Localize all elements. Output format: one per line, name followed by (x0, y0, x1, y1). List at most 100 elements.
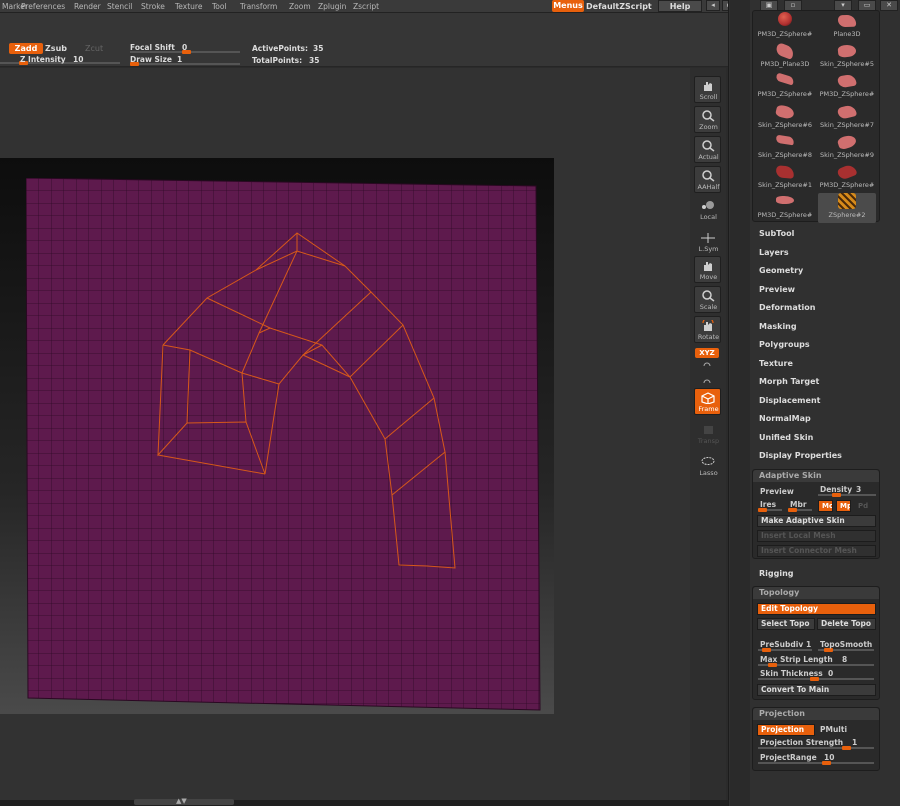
presubdiv-slider[interactable]: PreSubdiv 1 (758, 640, 814, 652)
lsym-button[interactable]: L.Sym (694, 228, 721, 255)
ires-slider[interactable]: Ires (758, 500, 784, 512)
menu-normalmap[interactable]: NormalMap (759, 414, 811, 423)
menu-displacement[interactable]: Displacement (759, 396, 820, 405)
density-slider[interactable]: Density 3 (818, 485, 876, 497)
subtool-item[interactable]: Skin_ZSphere#7 (818, 103, 876, 133)
pd-toggle[interactable]: Pd (854, 500, 869, 512)
rotate-axis-2-icon[interactable] (702, 377, 712, 387)
select-topo-button[interactable]: Select Topo (757, 618, 815, 630)
max-strip-length-slider[interactable]: Max Strip Length 8 (758, 655, 876, 667)
menu-masking[interactable]: Masking (759, 322, 797, 331)
topology-cage[interactable] (0, 0, 690, 806)
make-adaptive-skin-button[interactable]: Make Adaptive Skin (757, 515, 876, 527)
menu-deformation[interactable]: Deformation (759, 303, 815, 312)
convert-to-main-button[interactable]: Convert To Main (757, 684, 876, 696)
subtool-name: ZSphere#2 (828, 211, 866, 220)
subtool-name: Skin_ZSphere#6 (758, 120, 812, 129)
subtool-item[interactable]: Skin_ZSphere#9 (818, 133, 876, 163)
subtool-name: Skin_ZSphere#8 (758, 150, 812, 159)
undo-icon[interactable]: ◂ (706, 0, 720, 11)
subtool-thumbnail-icon (837, 73, 857, 89)
aahalf-button[interactable]: AAHalf (694, 166, 721, 193)
subtool-item[interactable]: PM3D_ZSphere# (818, 72, 876, 102)
local-label: Local (700, 213, 717, 221)
actual-button[interactable]: Actual (694, 136, 721, 163)
projection-title[interactable]: Projection (753, 708, 879, 720)
subtool-thumbnail-icon (836, 103, 858, 120)
subtool-item[interactable]: PM3D_ZSphere# (756, 193, 814, 223)
lasso-label: Lasso (699, 469, 718, 477)
rotate-axis-icon[interactable] (702, 360, 712, 370)
menu-display-properties[interactable]: Display Properties (759, 451, 842, 460)
edit-topology-button[interactable]: Edit Topology (757, 603, 876, 615)
insert-local-mesh-button[interactable]: Insert Local Mesh (757, 530, 876, 542)
subtool-item[interactable]: PM3D_ZSphere# (756, 72, 814, 102)
mbr-label: Mbr (790, 500, 807, 509)
rotate-icon (702, 320, 714, 331)
move-label: Move (699, 273, 718, 281)
menu-texture-tool[interactable]: Texture (759, 359, 793, 368)
pmulti-button[interactable]: PMulti (820, 725, 847, 734)
subtool-name: Skin_ZSphere#5 (820, 60, 874, 69)
max-strip-length-value: 8 (842, 655, 848, 664)
subtool-item[interactable]: Plane3D (818, 12, 876, 42)
menu-subtool[interactable]: SubTool (759, 229, 794, 238)
toposmooth-slider[interactable]: TopoSmooth (818, 640, 878, 652)
local-icon (702, 201, 714, 209)
subtool-thumbnail-icon (774, 103, 796, 120)
tray-divider[interactable] (730, 0, 750, 806)
menu-rigging[interactable]: Rigging (759, 569, 794, 578)
menu-preview[interactable]: Preview (759, 285, 795, 294)
zoom-button[interactable]: Zoom (694, 106, 721, 133)
transp-button[interactable]: Transp (694, 420, 721, 447)
mbr-slider[interactable]: Mbr (788, 500, 814, 512)
scale-button[interactable]: Scale (694, 286, 721, 313)
subtool-thumbnail-icon (775, 72, 795, 86)
menu-geometry[interactable]: Geometry (759, 266, 803, 275)
local-button[interactable]: Local (694, 196, 721, 223)
subtool-item[interactable]: PM3D_ZSphere# (818, 163, 876, 193)
frame-label: Frame (698, 405, 719, 413)
subtool-name: PM3D_ZSphere# (819, 181, 875, 189)
skin-thickness-slider[interactable]: Skin Thickness 0 (758, 669, 876, 681)
menu-morph-target[interactable]: Morph Target (759, 377, 819, 386)
project-range-slider[interactable]: ProjectRange 10 (758, 753, 876, 765)
actual-label: Actual (698, 153, 719, 161)
expand-arrows-icon[interactable]: ▲▼ (176, 797, 187, 805)
subtool-thumbnail-icon (775, 196, 795, 205)
preview-button[interactable]: Preview (760, 487, 794, 496)
subtool-item[interactable]: Skin_ZSphere#6 (756, 103, 814, 133)
subtool-item[interactable]: Skin_ZSphere#8 (756, 133, 814, 163)
zoom-label: Zoom (699, 123, 718, 131)
close-icon[interactable]: ✕ (880, 0, 898, 11)
subtool-item[interactable]: Skin_ZSphere#5 (818, 42, 876, 72)
delete-topo-button[interactable]: Delete Topo (817, 618, 876, 630)
subtool-thumbnail-icon (775, 134, 795, 146)
xyz-button[interactable]: XYZ (695, 348, 719, 358)
subtool-item[interactable]: ZSphere#2 (818, 193, 876, 224)
projection-button[interactable]: Projection (757, 724, 815, 736)
subtool-thumbnail-icon (836, 133, 858, 151)
mc-toggle[interactable]: Mc (818, 500, 833, 512)
project-range-value: 10 (824, 753, 835, 762)
move-button[interactable]: Move (694, 256, 721, 283)
projection-strength-slider[interactable]: Projection Strength 1 (758, 738, 876, 750)
lasso-button[interactable]: Lasso (694, 452, 721, 479)
adaptive-skin-title[interactable]: Adaptive Skin (753, 470, 879, 482)
transp-label: Transp (697, 437, 720, 445)
mp-toggle[interactable]: Mp (836, 500, 851, 512)
frame-button[interactable]: Frame (694, 388, 721, 415)
subtool-item[interactable]: PM3D_Plane3D (756, 42, 814, 72)
subtool-thumbnail-icon (837, 44, 857, 59)
subtool-item[interactable]: PM3D_ZSphere# (756, 12, 814, 42)
insert-connector-mesh-button[interactable]: Insert Connector Mesh (757, 545, 876, 557)
topology-title[interactable]: Topology (753, 587, 879, 599)
menu-unified-skin[interactable]: Unified Skin (759, 433, 813, 442)
subtool-item[interactable]: Skin_ZSphere#1 (756, 163, 814, 193)
menu-polygroups[interactable]: Polygroups (759, 340, 810, 349)
scroll-button[interactable]: Scroll (694, 76, 721, 103)
subtool-thumbnail-icon (775, 165, 795, 179)
menu-layers[interactable]: Layers (759, 248, 789, 257)
aahalf-icon (702, 170, 715, 182)
rotate-button[interactable]: Rotate (694, 316, 721, 343)
